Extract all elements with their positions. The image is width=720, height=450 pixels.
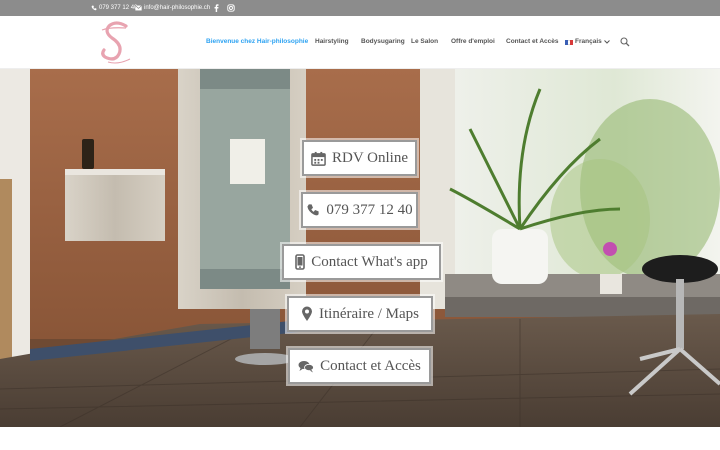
contact-acces-button[interactable]: Contact et Accès: [288, 348, 431, 384]
topbar-email-text: info@hair-philosophie.ch: [144, 5, 211, 11]
nav-item-contact[interactable]: Contact et Accès: [506, 37, 559, 47]
topbar-phone[interactable]: 079 377 12 40: [91, 0, 137, 16]
facebook-icon: [214, 4, 219, 12]
phone-icon: [307, 204, 319, 216]
envelope-icon: [135, 5, 142, 11]
rdv-online-label: RDV Online: [332, 149, 408, 166]
search-icon[interactable]: [620, 37, 630, 47]
top-bar: 079 377 12 40 info@hair-philosophie.ch: [0, 0, 720, 16]
topbar-phone-text: 079 377 12 40: [99, 5, 138, 11]
hero-section: RDV Online 079 377 12 40 Contact What's …: [0, 69, 720, 427]
phone-icon: [91, 5, 97, 11]
nav-item-offre-emploi[interactable]: Offre d'emploi: [451, 37, 495, 47]
itineraire-maps-button[interactable]: Itinéraire / Maps: [287, 296, 433, 332]
instagram-icon: [227, 4, 235, 12]
contact-acces-label: Contact et Accès: [320, 357, 421, 374]
logo[interactable]: [96, 18, 136, 68]
nav-item-bienvenue[interactable]: Bienvenue chez Hair-philosophie: [206, 37, 308, 47]
rdv-online-button[interactable]: RDV Online: [302, 140, 417, 176]
site-header: Bienvenue chez Hair-philosophie Hairstyl…: [0, 16, 720, 69]
nav-item-hairstyling[interactable]: Hairstyling: [315, 37, 349, 47]
nav-item-le-salon[interactable]: Le Salon: [411, 37, 438, 47]
instagram-link[interactable]: [227, 0, 235, 16]
chat-bubbles-icon: [298, 360, 314, 372]
phone-call-button[interactable]: 079 377 12 40: [301, 192, 418, 228]
itineraire-maps-label: Itinéraire / Maps: [319, 305, 419, 322]
mobile-phone-icon: [295, 254, 306, 270]
flag-france-icon: [565, 39, 574, 45]
whatsapp-contact-label: Contact What's app: [311, 253, 428, 270]
whatsapp-contact-button[interactable]: Contact What's app: [282, 244, 441, 280]
map-marker-icon: [302, 306, 313, 321]
calendar-icon: [311, 151, 326, 166]
nav-item-bodysugaring[interactable]: Bodysugaring: [361, 37, 405, 47]
language-switcher[interactable]: Français: [565, 37, 610, 47]
facebook-link[interactable]: [214, 0, 219, 16]
topbar-email[interactable]: info@hair-philosophie.ch: [135, 0, 210, 16]
language-label: Français: [575, 38, 602, 45]
phone-call-label: 079 377 12 40: [326, 201, 413, 218]
chevron-down-icon: [603, 40, 610, 44]
